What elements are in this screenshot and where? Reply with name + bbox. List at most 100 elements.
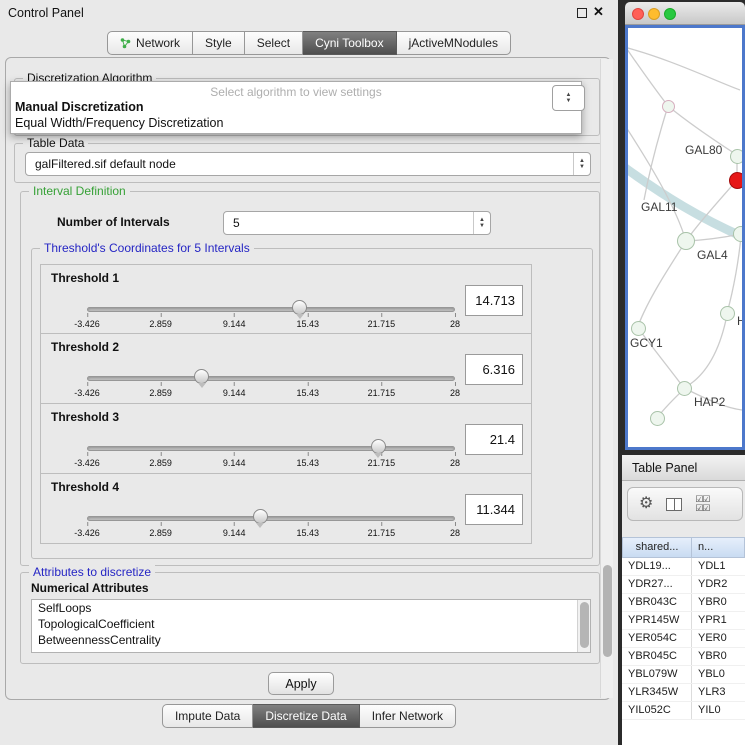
scale-label: 28 <box>450 388 460 398</box>
scale-label: 28 <box>450 528 460 538</box>
table-row[interactable]: YBL079WYBL0 <box>622 666 745 684</box>
threshold-panel: Threshold 1 -3.4262.8599.14415.4321.7152… <box>40 264 532 334</box>
table-body[interactable]: YDL19...YDL1YDR27...YDR2YBR043CYBR0YPR14… <box>622 558 745 745</box>
tick-mark <box>308 382 309 386</box>
tab-discretize-data[interactable]: Discretize Data <box>253 704 359 728</box>
slider-track[interactable] <box>87 516 455 521</box>
slider-thumb[interactable] <box>253 509 268 524</box>
slider-thumb[interactable] <box>292 300 307 315</box>
network-icon <box>120 38 131 49</box>
table-row[interactable]: YDL19...YDL1 <box>622 558 745 576</box>
scale-label: -3.426 <box>74 319 100 329</box>
threshold-slider[interactable] <box>87 504 455 528</box>
tab-label: Network <box>136 36 180 50</box>
tab-cyni-toolbox[interactable]: Cyni Toolbox <box>303 31 396 55</box>
table-panel-titlebar: Table Panel <box>622 455 745 481</box>
apply-button[interactable]: Apply <box>268 672 334 695</box>
slider-track[interactable] <box>87 307 455 312</box>
network-node[interactable] <box>730 149 745 164</box>
tab-jactivemnodules[interactable]: jActiveMNodules <box>397 31 511 55</box>
table-cell: YIL0 <box>692 702 745 719</box>
threshold-value-field[interactable]: 6.316 <box>465 354 523 385</box>
network-window-titlebar[interactable] <box>625 2 745 25</box>
stepper-icon[interactable]: ▲▼ <box>573 153 590 175</box>
network-node[interactable] <box>650 411 665 426</box>
table-toolbar: ⚙ ☑☑☑☑ <box>627 487 743 521</box>
attribute-item-betweennesscentrality[interactable]: BetweennessCentrality <box>32 632 590 648</box>
threshold-slider[interactable] <box>87 364 455 388</box>
numerical-attributes-list[interactable]: SelfLoopsTopologicalCoefficientBetweenne… <box>31 599 591 653</box>
scale-label: 2.859 <box>149 388 172 398</box>
threshold-list: Threshold 1 -3.4262.8599.14415.4321.7152… <box>40 264 532 544</box>
algorithm-option-equal-width[interactable]: Equal Width/Frequency Discretization <box>15 116 223 130</box>
scrollbar-thumb[interactable] <box>580 602 589 648</box>
threshold-value-field[interactable]: 21.4 <box>465 424 523 455</box>
scale-label: 2.859 <box>149 528 172 538</box>
threshold-slider[interactable] <box>87 295 455 319</box>
group-title: Threshold's Coordinates for 5 Intervals <box>40 241 254 255</box>
tick-mark <box>308 313 309 317</box>
table-row[interactable]: YBR043CYBR0 <box>622 594 745 612</box>
table-row[interactable]: YBR045CYBR0 <box>622 648 745 666</box>
tick-mark <box>161 452 162 456</box>
slider-track[interactable] <box>87 376 455 381</box>
close-icon[interactable]: ✕ <box>593 4 604 20</box>
table-row[interactable]: YER054CYER0 <box>622 630 745 648</box>
tab-infer-network[interactable]: Infer Network <box>360 704 456 728</box>
columns-icon[interactable] <box>666 498 682 511</box>
tab-select[interactable]: Select <box>245 31 303 55</box>
scrollbar-thumb[interactable] <box>603 565 612 657</box>
network-node[interactable] <box>662 100 675 113</box>
threshold-panel: Threshold 2 -3.4262.8599.14415.4321.7152… <box>40 334 532 404</box>
table-row[interactable]: YLR345WYLR3 <box>622 684 745 702</box>
network-node[interactable] <box>677 232 695 250</box>
threshold-value-field[interactable]: 14.713 <box>465 285 523 316</box>
stepper-icon[interactable]: ▲▼ <box>473 212 490 234</box>
thresholds-group: Threshold's Coordinates for 5 Intervals … <box>31 248 593 559</box>
bottom-tab-bar: Impute DataDiscretize DataInfer Network <box>0 704 618 728</box>
table-cell: YPR145W <box>622 612 692 629</box>
network-node[interactable] <box>733 226 745 242</box>
attribute-item-topologicalcoefficient[interactable]: TopologicalCoefficient <box>32 616 590 632</box>
mac-zoom-button[interactable] <box>664 8 676 20</box>
network-node[interactable] <box>720 306 735 321</box>
tab-impute-data[interactable]: Impute Data <box>162 704 253 728</box>
scale-label: 21.715 <box>368 528 396 538</box>
tab-style[interactable]: Style <box>193 31 245 55</box>
stepper-down-icon: ▼ <box>566 98 572 104</box>
mac-minimize-button[interactable] <box>648 8 660 20</box>
table-data-group: Table Data galFiltered.sif default node … <box>14 143 602 183</box>
attribute-item-selfloops[interactable]: SelfLoops <box>32 600 590 616</box>
column-header-name[interactable]: n... <box>692 537 745 558</box>
scale-label: -3.426 <box>74 528 100 538</box>
algorithm-option-manual[interactable]: Manual Discretization <box>15 100 144 114</box>
table-row[interactable]: YDR27...YDR2 <box>622 576 745 594</box>
list-scrollbar[interactable] <box>577 600 590 652</box>
slider-thumb[interactable] <box>371 439 386 454</box>
node-label-gal4: GAL4 <box>697 248 728 262</box>
tab-network[interactable]: Network <box>107 31 193 55</box>
slider-thumb[interactable] <box>194 369 209 384</box>
mac-close-button[interactable] <box>632 8 644 20</box>
table-data-combobox[interactable]: galFiltered.sif default node ▲▼ <box>25 152 591 176</box>
select-columns-icon[interactable]: ☑☑☑☑ <box>695 495 709 513</box>
slider-track[interactable] <box>87 446 455 451</box>
threshold-value-field[interactable]: 11.344 <box>465 494 523 525</box>
network-node-selected[interactable] <box>729 172 745 189</box>
number-of-intervals-combobox[interactable]: 5 ▲▼ <box>223 211 491 235</box>
network-canvas[interactable]: GAL80GAL11GAL4GCY1HAP2H <box>625 25 745 450</box>
interval-definition-group: Interval Definition Number of Intervals … <box>20 191 600 566</box>
table-row[interactable]: YIL052CYIL0 <box>622 702 745 720</box>
node-label-gal11: GAL11 <box>641 200 677 214</box>
threshold-slider[interactable] <box>87 434 455 458</box>
tab-label: Select <box>257 36 290 50</box>
algorithm-combo-stepper[interactable]: ▲▼ <box>552 85 585 111</box>
gear-icon[interactable]: ⚙ <box>639 496 653 512</box>
panel-scrollbar[interactable] <box>600 59 613 698</box>
float-window-icon[interactable] <box>577 8 587 18</box>
network-node[interactable] <box>677 381 692 396</box>
table-row[interactable]: YPR145WYPR1 <box>622 612 745 630</box>
column-header-shared-name[interactable]: shared... <box>622 537 692 558</box>
network-node[interactable] <box>631 321 646 336</box>
node-label-gal80: GAL80 <box>685 143 722 157</box>
